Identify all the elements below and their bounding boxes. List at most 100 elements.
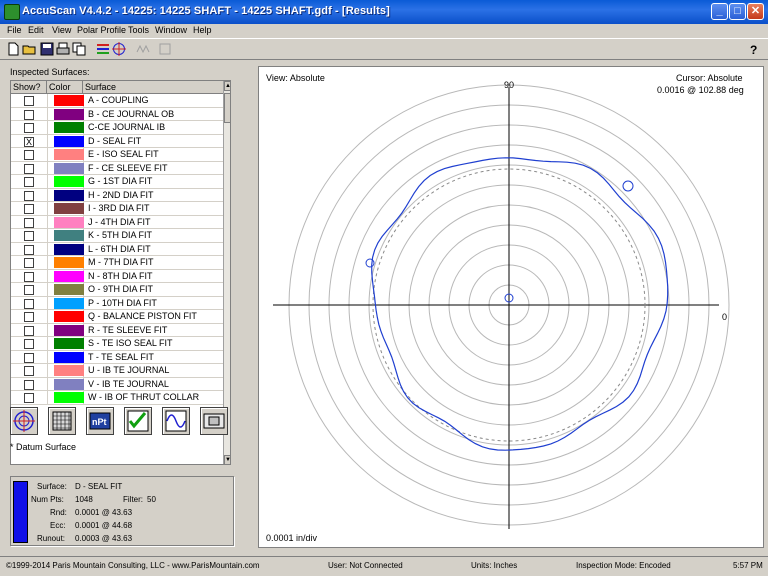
column-divider bbox=[47, 350, 48, 365]
surface-row[interactable]: A - COUPLING bbox=[11, 94, 223, 108]
surface-row[interactable]: X D - SEAL FIT bbox=[11, 134, 223, 149]
svg-text:nPt: nPt bbox=[92, 417, 107, 427]
show-checkbox[interactable] bbox=[24, 244, 34, 255]
surface-row[interactable]: L - 6TH DIA FIT bbox=[11, 242, 223, 257]
show-checkbox[interactable] bbox=[24, 163, 34, 174]
report-button[interactable] bbox=[200, 407, 228, 435]
surface-row[interactable]: H - 2ND DIA FIT bbox=[11, 188, 223, 203]
surface-name: R - TE SLEEVE FIT bbox=[88, 324, 168, 335]
show-checkbox[interactable] bbox=[24, 366, 34, 376]
surface-row[interactable]: E - ISO SEAL FIT bbox=[11, 148, 223, 162]
legend-icon[interactable] bbox=[96, 42, 110, 56]
svg-text:?: ? bbox=[750, 43, 757, 56]
show-checkbox[interactable] bbox=[24, 393, 34, 403]
show-checkbox[interactable] bbox=[24, 271, 34, 282]
menu-view[interactable]: View bbox=[52, 24, 71, 37]
surface-row[interactable]: J - 4TH DIA FIT bbox=[11, 215, 223, 230]
show-checkbox[interactable] bbox=[24, 204, 34, 214]
open-folder-icon[interactable] bbox=[22, 42, 36, 56]
show-checkbox[interactable] bbox=[24, 217, 34, 228]
surface-color-swatch bbox=[54, 216, 84, 228]
scroll-thumb[interactable] bbox=[224, 93, 230, 123]
grid-view-button[interactable] bbox=[48, 407, 76, 435]
print-icon[interactable] bbox=[56, 42, 70, 56]
show-checkbox[interactable] bbox=[24, 339, 34, 349]
surface-row[interactable]: Q - BALANCE PISTON FIT bbox=[11, 310, 223, 324]
menu-help[interactable]: Help bbox=[193, 24, 212, 37]
polar-plot-panel[interactable]: View: Absolute Cursor: Absolute 0.0016 @… bbox=[258, 66, 764, 548]
status-copyright: ©1999-2014 Paris Mountain Consulting, LL… bbox=[6, 561, 260, 570]
polar-plot[interactable] bbox=[259, 67, 763, 547]
menu-edit[interactable]: Edit bbox=[28, 24, 44, 37]
surface-name: A - COUPLING bbox=[88, 95, 149, 105]
surface-row[interactable]: W - IB OF THRUT COLLAR bbox=[11, 391, 223, 405]
polar-target-icon[interactable] bbox=[112, 42, 126, 56]
waveform-button[interactable] bbox=[162, 407, 190, 435]
surface-row[interactable]: O - 9TH DIA FIT bbox=[11, 283, 223, 297]
surface-row[interactable]: M - 7TH DIA FIT bbox=[11, 256, 223, 270]
trace-disabled-icon[interactable] bbox=[136, 42, 150, 56]
column-divider bbox=[47, 94, 48, 108]
show-checkbox[interactable] bbox=[24, 150, 34, 160]
column-divider bbox=[47, 323, 48, 338]
surface-row[interactable]: F - CE SLEEVE FIT bbox=[11, 161, 223, 176]
menu-window[interactable]: Window bbox=[155, 24, 187, 37]
npt-button[interactable]: nPt bbox=[86, 407, 114, 435]
show-checkbox[interactable] bbox=[24, 298, 34, 309]
surface-row[interactable]: R - TE SLEEVE FIT bbox=[11, 323, 223, 338]
show-checkbox[interactable]: X bbox=[24, 136, 34, 147]
show-checkbox[interactable] bbox=[24, 109, 34, 120]
surface-row[interactable]: T - TE SEAL FIT bbox=[11, 350, 223, 365]
column-divider bbox=[47, 377, 48, 392]
surface-row[interactable]: N - 8TH DIA FIT bbox=[11, 269, 223, 284]
show-checkbox[interactable] bbox=[24, 177, 34, 187]
surface-row[interactable]: P - 10TH DIA FIT bbox=[11, 296, 223, 311]
surface-row[interactable]: V - IB TE JOURNAL bbox=[11, 377, 223, 392]
surface-color-swatch bbox=[54, 338, 84, 349]
column-show[interactable]: Show? bbox=[11, 81, 47, 94]
surface-color-swatch bbox=[54, 176, 84, 187]
close-button[interactable]: ✕ bbox=[747, 3, 764, 20]
polar-plot-button[interactable] bbox=[10, 407, 38, 435]
surface-row[interactable]: S - TE ISO SEAL FIT bbox=[11, 337, 223, 351]
surface-color-swatch bbox=[54, 243, 84, 255]
surface-row[interactable]: I - 3RD DIA FIT bbox=[11, 202, 223, 216]
copy-icon[interactable] bbox=[72, 42, 86, 56]
show-checkbox[interactable] bbox=[24, 258, 34, 268]
save-icon[interactable] bbox=[40, 42, 54, 56]
scroll-down-arrow[interactable]: ▼ bbox=[224, 455, 230, 464]
checklist-button[interactable] bbox=[124, 407, 152, 435]
surface-row[interactable]: K - 5TH DIA FIT bbox=[11, 229, 223, 243]
show-checkbox[interactable] bbox=[24, 190, 34, 201]
surface-color-swatch bbox=[54, 297, 84, 309]
menu-tools[interactable]: Tools bbox=[128, 24, 149, 37]
show-checkbox[interactable] bbox=[24, 231, 34, 241]
surface-row[interactable]: B - CE JOURNAL OB bbox=[11, 107, 223, 122]
menu-polar-profile[interactable]: Polar Profile bbox=[77, 24, 126, 37]
show-checkbox[interactable] bbox=[24, 379, 34, 390]
export-disabled-icon[interactable] bbox=[158, 42, 172, 56]
surface-row[interactable]: G - 1ST DIA FIT bbox=[11, 175, 223, 189]
surface-row[interactable]: U - IB TE JOURNAL bbox=[11, 364, 223, 378]
column-divider bbox=[47, 175, 48, 189]
surface-color-swatch bbox=[54, 162, 84, 174]
minimize-button[interactable]: _ bbox=[711, 3, 728, 20]
show-checkbox[interactable] bbox=[24, 123, 34, 133]
show-checkbox[interactable] bbox=[24, 352, 34, 363]
new-file-icon[interactable] bbox=[6, 42, 20, 56]
show-checkbox[interactable] bbox=[24, 325, 34, 336]
show-checkbox[interactable] bbox=[24, 96, 34, 106]
column-color[interactable]: Color bbox=[47, 81, 83, 94]
help-icon[interactable]: ? bbox=[746, 42, 760, 56]
show-checkbox[interactable] bbox=[24, 285, 34, 295]
show-checkbox[interactable] bbox=[24, 312, 34, 322]
app-icon[interactable] bbox=[4, 4, 20, 20]
column-surface[interactable]: Surface bbox=[83, 81, 223, 94]
menu-file[interactable]: File bbox=[7, 24, 22, 37]
surface-name: N - 8TH DIA FIT bbox=[88, 270, 153, 281]
maximize-button[interactable]: □ bbox=[729, 3, 746, 20]
stat-surface-value: D - SEAL FIT bbox=[75, 482, 123, 491]
surface-row[interactable]: C-CE JOURNAL IB bbox=[11, 121, 223, 135]
surface-name: B - CE JOURNAL OB bbox=[88, 108, 175, 119]
scroll-up-arrow[interactable]: ▲ bbox=[224, 81, 230, 91]
